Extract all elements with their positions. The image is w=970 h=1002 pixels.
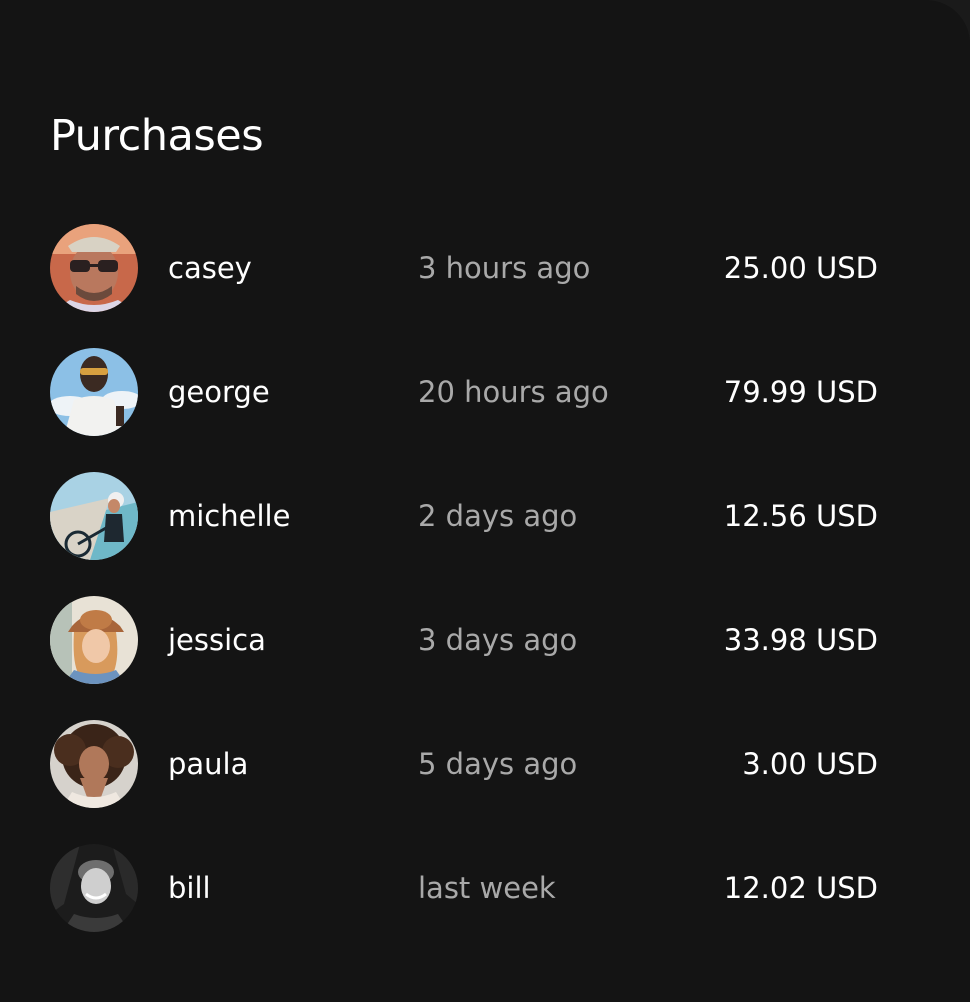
purchase-row[interactable]: george 20 hours ago 79.99 USD <box>50 348 880 436</box>
purchase-name: george <box>168 375 270 409</box>
purchase-amount: 79.99 USD <box>723 375 878 409</box>
avatar-bill-icon <box>50 844 138 932</box>
purchase-name: casey <box>168 251 252 285</box>
purchase-row[interactable]: jessica 3 days ago 33.98 USD <box>50 596 880 684</box>
purchase-row[interactable]: paula 5 days ago 3.00 USD <box>50 720 880 808</box>
purchase-amount: 25.00 USD <box>723 251 878 285</box>
purchase-name: paula <box>168 747 249 781</box>
page-title: Purchases <box>50 111 264 161</box>
purchase-time: 20 hours ago <box>418 375 609 409</box>
avatar-george-icon <box>50 348 138 436</box>
avatar-michelle-icon <box>50 472 138 560</box>
purchase-time: 5 days ago <box>418 747 578 781</box>
purchase-row[interactable]: michelle 2 days ago 12.56 USD <box>50 472 880 560</box>
avatar-casey-icon <box>50 224 138 312</box>
purchase-time: 3 days ago <box>418 623 578 657</box>
avatar-jessica-icon <box>50 596 138 684</box>
purchase-row[interactable]: casey 3 hours ago 25.00 USD <box>50 224 880 312</box>
purchases-card: Purchases casey 3 hours ago 25.00 USD ge… <box>0 0 970 1002</box>
purchase-time: last week <box>418 871 556 905</box>
purchase-amount: 12.02 USD <box>723 871 878 905</box>
purchase-name: jessica <box>168 623 266 657</box>
purchase-name: bill <box>168 871 211 905</box>
purchase-time: 2 days ago <box>418 499 578 533</box>
purchase-time: 3 hours ago <box>418 251 591 285</box>
purchase-amount: 33.98 USD <box>723 623 878 657</box>
purchase-row[interactable]: bill last week 12.02 USD <box>50 844 880 932</box>
purchase-amount: 3.00 USD <box>742 747 878 781</box>
purchase-amount: 12.56 USD <box>723 499 878 533</box>
avatar-paula-icon <box>50 720 138 808</box>
purchase-name: michelle <box>168 499 291 533</box>
